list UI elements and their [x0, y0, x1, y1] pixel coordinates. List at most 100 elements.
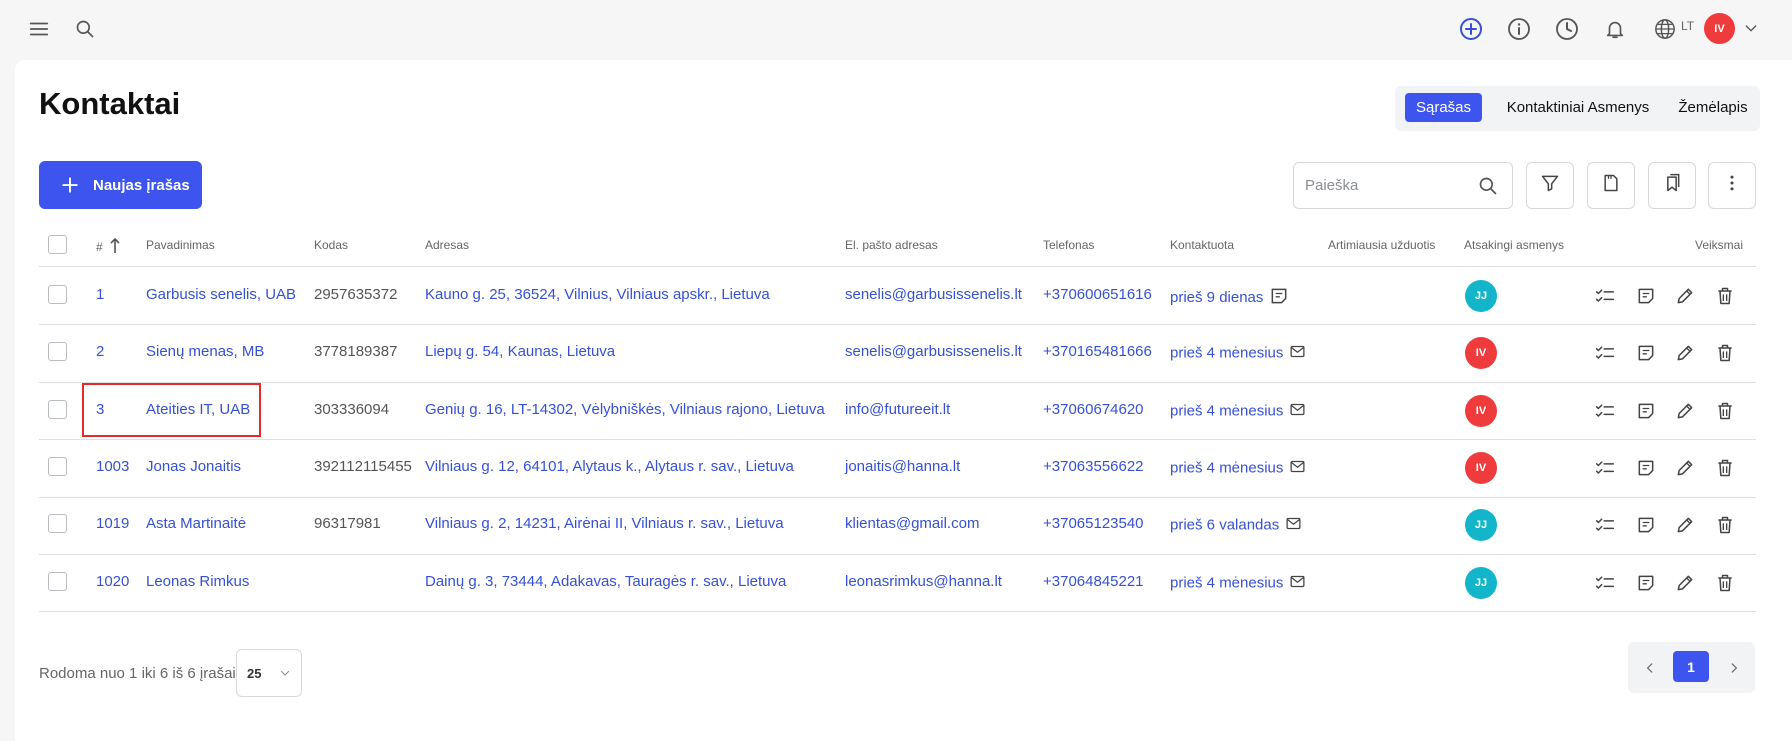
row-name[interactable]: Sienų menas, MB	[146, 343, 264, 360]
row-contacted[interactable]: prieš 6 valandas	[1170, 515, 1302, 536]
row-contacted[interactable]: prieš 4 mėnesius	[1170, 458, 1306, 479]
row-checkbox[interactable]	[48, 342, 67, 362]
bell-icon[interactable]	[1602, 16, 1628, 42]
language-label[interactable]: LT	[1681, 19, 1694, 33]
row-address[interactable]: Vilniaus g. 12, 64101, Alytaus k., Alyta…	[425, 458, 794, 475]
add-circle-icon[interactable]	[1458, 16, 1484, 42]
chevron-down-icon[interactable]	[1740, 17, 1762, 39]
note-action-note-icon[interactable]	[1636, 343, 1656, 363]
row-phone[interactable]: +37064845221	[1043, 573, 1144, 590]
tasks-action-tasks-icon[interactable]	[1594, 401, 1616, 421]
row-name[interactable]: Jonas Jonaitis	[146, 458, 241, 475]
row-checkbox[interactable]	[48, 571, 67, 591]
delete-action-delete-icon[interactable]	[1715, 401, 1735, 421]
column-header-next-task[interactable]: Artimiausia užduotis	[1328, 238, 1435, 252]
delete-action-delete-icon[interactable]	[1715, 573, 1735, 593]
row-address[interactable]: Liepų g. 54, Kaunas, Lietuva	[425, 343, 615, 360]
tab-contact-persons[interactable]: Kontaktiniai Asmenys	[1488, 93, 1668, 122]
owner-avatar[interactable]: IV	[1465, 394, 1497, 427]
column-header-email[interactable]: El. pašto adresas	[845, 238, 938, 252]
row-contacted[interactable]: prieš 4 mėnesius	[1170, 573, 1306, 594]
row-id[interactable]: 1020	[96, 573, 129, 590]
note-action-note-icon[interactable]	[1636, 286, 1656, 306]
tab-map[interactable]: Žemėlapis	[1673, 93, 1753, 122]
note-action-note-icon[interactable]	[1636, 515, 1656, 535]
note-action-note-icon[interactable]	[1636, 458, 1656, 478]
row-phone[interactable]: +37060674620	[1043, 401, 1144, 418]
row-checkbox[interactable]	[48, 284, 67, 304]
owner-avatar[interactable]: IV	[1465, 451, 1497, 484]
owner-avatar[interactable]: IV	[1465, 337, 1497, 370]
select-all-checkbox[interactable]	[48, 235, 67, 254]
row-address[interactable]: Kauno g. 25, 36524, Vilnius, Vilniaus ap…	[425, 286, 770, 303]
row-email[interactable]: jonaitis@hanna.lt	[845, 458, 960, 475]
column-header-phone[interactable]: Telefonas	[1043, 238, 1094, 252]
edit-action-edit-icon[interactable]	[1675, 401, 1695, 421]
row-name[interactable]: Garbusis senelis, UAB	[146, 286, 296, 303]
row-address[interactable]: Genių g. 16, LT-14302, Vėlybniškės, Viln…	[425, 401, 825, 418]
note-action-note-icon[interactable]	[1636, 401, 1656, 421]
filter-button[interactable]	[1526, 162, 1574, 209]
row-address[interactable]: Vilniaus g. 2, 14231, Airėnai II, Vilnia…	[425, 515, 784, 532]
per-page-select[interactable]: 25	[236, 649, 302, 697]
info-icon[interactable]	[1506, 16, 1532, 42]
globe-icon[interactable]	[1652, 16, 1678, 42]
row-address[interactable]: Dainų g. 3, 73444, Adakavas, Tauragės r.…	[425, 573, 786, 590]
row-contacted[interactable]: prieš 9 dienas	[1170, 286, 1289, 310]
note-action-note-icon[interactable]	[1636, 573, 1656, 593]
user-avatar[interactable]: IV	[1704, 13, 1735, 44]
row-contacted[interactable]: prieš 4 mėnesius	[1170, 401, 1306, 422]
page-button-current[interactable]: 1	[1673, 651, 1709, 682]
row-phone[interactable]: +37065123540	[1043, 515, 1144, 532]
new-record-button[interactable]: Naujas įrašas	[39, 161, 202, 209]
tasks-action-tasks-icon[interactable]	[1594, 343, 1616, 363]
row-contacted[interactable]: prieš 4 mėnesius	[1170, 343, 1306, 364]
tasks-action-tasks-icon[interactable]	[1594, 573, 1616, 593]
delete-action-delete-icon[interactable]	[1715, 286, 1735, 306]
search-input[interactable]	[1305, 177, 1465, 194]
row-email[interactable]: senelis@garbusissenelis.lt	[845, 286, 1022, 303]
row-email[interactable]: klientas@gmail.com	[845, 515, 979, 532]
edit-action-edit-icon[interactable]	[1675, 573, 1695, 593]
delete-action-delete-icon[interactable]	[1715, 515, 1735, 535]
column-header-owners[interactable]: Atsakingi asmenys	[1464, 238, 1564, 252]
edit-action-edit-icon[interactable]	[1675, 343, 1695, 363]
row-checkbox[interactable]	[48, 456, 67, 476]
owner-avatar[interactable]: JJ	[1465, 279, 1497, 312]
delete-action-delete-icon[interactable]	[1715, 343, 1735, 363]
row-name[interactable]: Leonas Rimkus	[146, 573, 249, 590]
edit-action-edit-icon[interactable]	[1675, 515, 1695, 535]
row-checkbox[interactable]	[48, 514, 67, 534]
tab-list[interactable]: Sąrašas	[1405, 93, 1482, 122]
row-id[interactable]: 1	[96, 286, 104, 303]
row-phone[interactable]: +37063556622	[1043, 458, 1144, 475]
row-email[interactable]: info@futureeit.lt	[845, 401, 950, 418]
row-email[interactable]: senelis@garbusissenelis.lt	[845, 343, 1022, 360]
search-icon[interactable]	[1478, 176, 1498, 201]
prev-page-button[interactable]	[1638, 656, 1662, 680]
row-phone[interactable]: +370600651616	[1043, 286, 1152, 303]
row-checkbox[interactable]	[48, 399, 67, 419]
column-header-contacted[interactable]: Kontaktuota	[1170, 238, 1234, 252]
clock-icon[interactable]	[1554, 16, 1580, 42]
owner-avatar[interactable]: JJ	[1465, 566, 1497, 599]
next-page-button[interactable]	[1722, 656, 1746, 680]
search-icon[interactable]	[73, 17, 97, 41]
tasks-action-tasks-icon[interactable]	[1594, 458, 1616, 478]
column-header-id[interactable]: #	[96, 237, 120, 254]
edit-action-edit-icon[interactable]	[1675, 458, 1695, 478]
export-button[interactable]	[1587, 162, 1635, 209]
row-email[interactable]: leonasrimkus@hanna.lt	[845, 573, 1002, 590]
row-id[interactable]: 1003	[96, 458, 129, 475]
row-name[interactable]: Asta Martinaitė	[146, 515, 246, 532]
tasks-action-tasks-icon[interactable]	[1594, 515, 1616, 535]
edit-action-edit-icon[interactable]	[1675, 286, 1695, 306]
more-options-button[interactable]	[1708, 162, 1756, 209]
column-header-address[interactable]: Adresas	[425, 238, 469, 252]
column-header-code[interactable]: Kodas	[314, 238, 348, 252]
row-id[interactable]: 2	[96, 343, 104, 360]
row-id[interactable]: 1019	[96, 515, 129, 532]
tasks-action-tasks-icon[interactable]	[1594, 286, 1616, 306]
delete-action-delete-icon[interactable]	[1715, 458, 1735, 478]
column-header-name[interactable]: Pavadinimas	[146, 238, 215, 252]
